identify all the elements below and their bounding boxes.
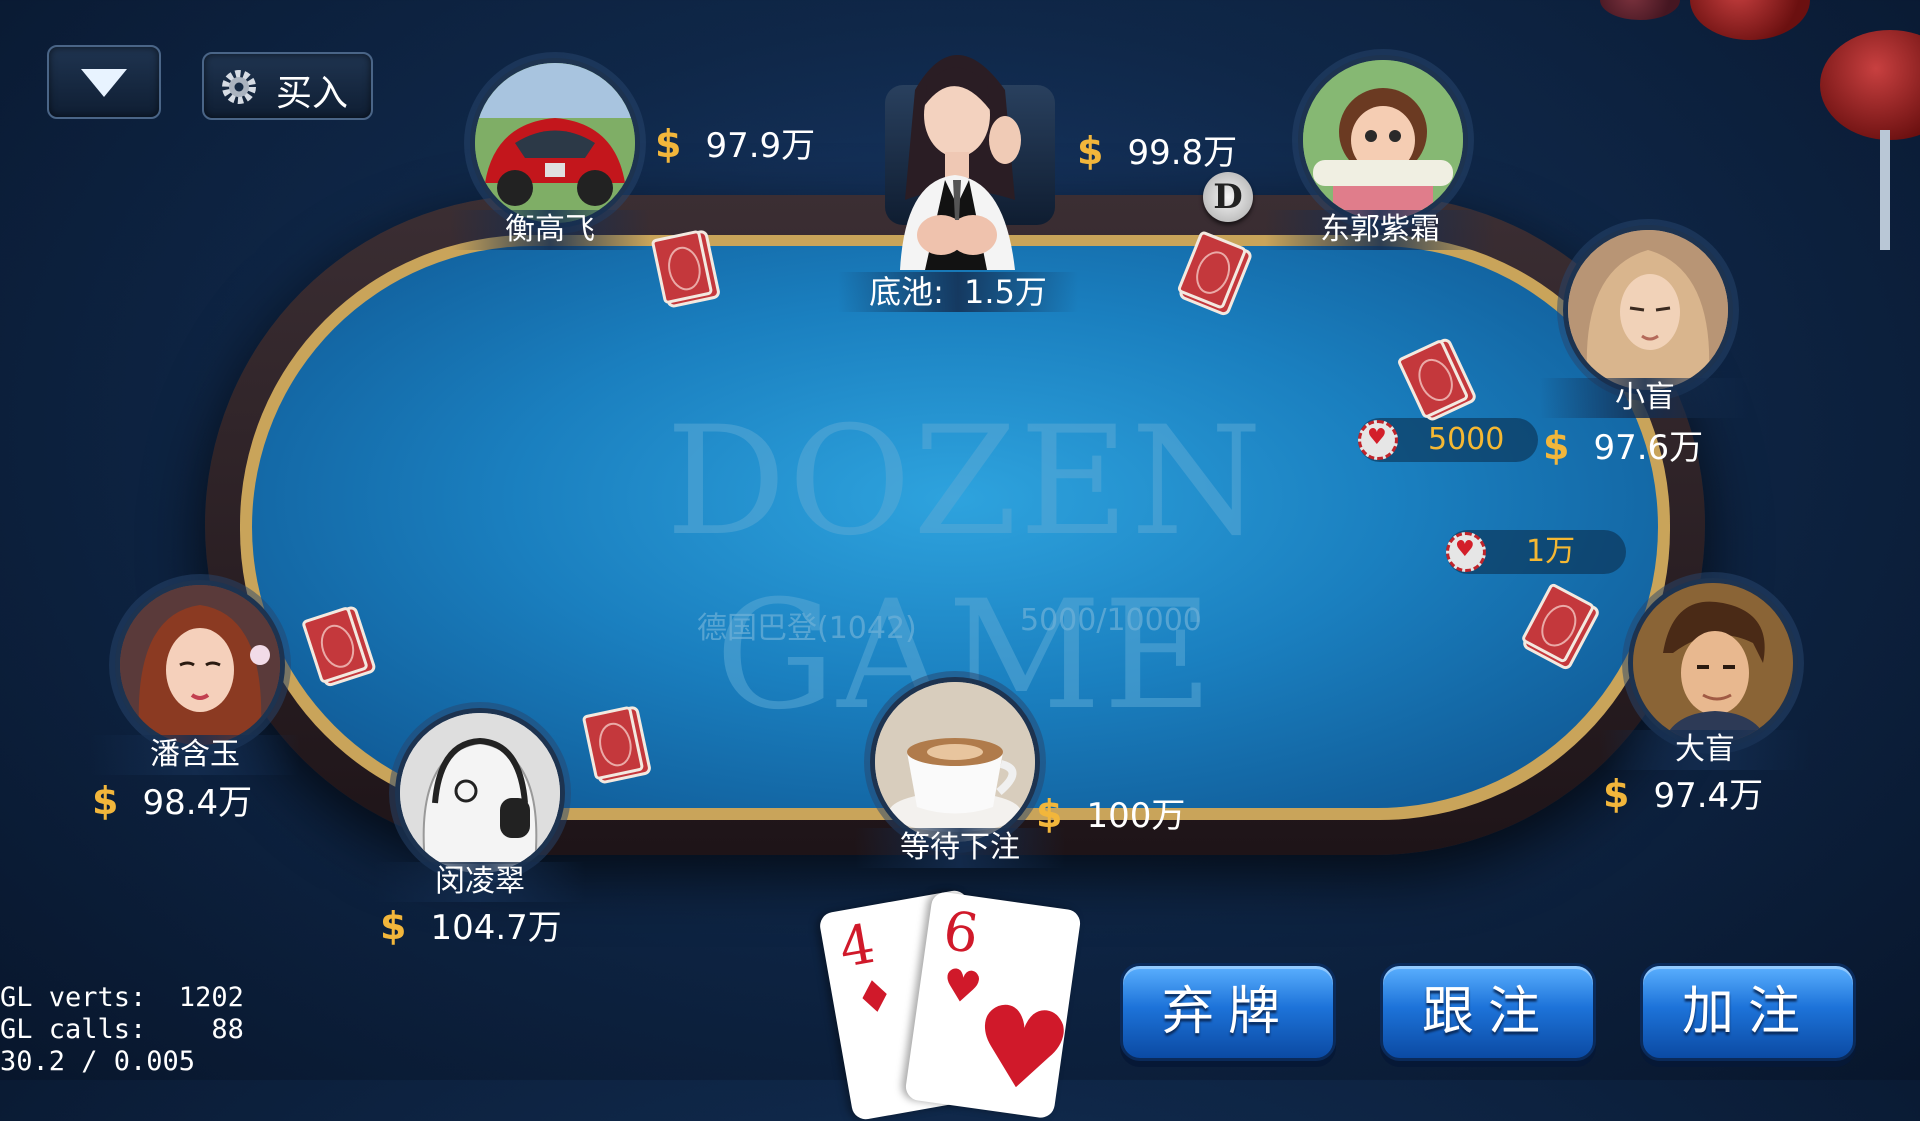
player-avatar-big-blind[interactable]	[1628, 578, 1798, 748]
fantasy-woman-avatar-image	[1568, 230, 1728, 390]
chips-value: 99.8万	[1127, 133, 1238, 173]
hand-card-2[interactable]: 6 ♥ ♥	[904, 890, 1082, 1120]
currency-symbol: $	[380, 904, 407, 948]
background-stool	[1600, 0, 1680, 20]
player-avatar-bottom-left[interactable]	[395, 708, 565, 878]
chips-value: 104.7万	[430, 908, 562, 948]
player-chips-small-blind: $97.6万	[1543, 420, 1703, 469]
player-name-big-blind: 大盲	[1600, 730, 1810, 770]
chip-icon	[1358, 420, 1398, 460]
card-rank: 6	[939, 898, 983, 966]
player-chips-big-blind: $97.4万	[1603, 768, 1763, 817]
player-name-bottom-left: 闵凌翠	[375, 862, 585, 902]
headphones-avatar-image	[400, 713, 560, 873]
card-rank: 4	[834, 911, 880, 980]
currency-symbol: $	[1077, 129, 1104, 173]
diamond-icon: ♦	[851, 968, 899, 1027]
chips-value: 100万	[1086, 796, 1186, 836]
player-avatar-top-left[interactable]	[470, 58, 640, 228]
chip-icon	[1446, 532, 1486, 572]
table-blinds: 5000/10000	[1020, 603, 1202, 638]
woman-avatar-image	[120, 585, 280, 745]
currency-symbol: $	[1036, 792, 1063, 836]
player-name-self: 等待下注	[855, 828, 1065, 868]
bet-small-blind: 5000	[1358, 418, 1538, 462]
coffee-cup-avatar-image	[875, 682, 1035, 842]
debug-gl-verts: GL verts: 1202	[0, 982, 244, 1013]
currency-symbol: $	[1543, 424, 1570, 468]
player-name-left: 潘含玉	[90, 735, 300, 775]
dealer-avatar	[855, 30, 1055, 270]
gear-icon	[222, 70, 256, 104]
player-name-top-right: 东郭紫霜	[1265, 210, 1495, 250]
pot-display: 底池: 1.5万	[838, 272, 1078, 312]
player-chips-top-right: $99.8万	[1077, 125, 1237, 174]
debug-gl-calls: GL calls: 88	[0, 1014, 244, 1045]
man-avatar-image	[1633, 583, 1793, 743]
player-name-small-blind: 小盲	[1540, 378, 1750, 418]
pot-label: 底池:	[869, 273, 944, 311]
debug-fps: 30.2 / 0.005	[0, 1046, 196, 1077]
chips-value: 97.9万	[705, 126, 816, 166]
car-avatar-image	[475, 63, 635, 223]
player-chips-left: $98.4万	[92, 775, 252, 824]
chips-value: 97.6万	[1593, 428, 1704, 468]
menu-button[interactable]	[47, 45, 161, 119]
player-avatar-top-right[interactable]	[1298, 55, 1468, 225]
chips-value: 98.4万	[142, 783, 253, 823]
chips-value: 97.4万	[1653, 776, 1764, 816]
background-stool	[1690, 0, 1810, 40]
pot-value: 1.5万	[964, 273, 1047, 311]
player-name-top-left: 衡高飞	[450, 210, 650, 250]
dealer-button-label: D	[1213, 177, 1243, 217]
bet-amount: 5000	[1428, 422, 1505, 457]
dealer-button-chip: D	[1203, 172, 1253, 222]
buyin-label: 买入	[276, 73, 349, 114]
player-chips-bottom-left: $104.7万	[380, 900, 562, 949]
currency-symbol: $	[1603, 772, 1630, 816]
player-chips-top-left: $97.9万	[655, 118, 815, 167]
girl-avatar-image	[1303, 60, 1463, 220]
background-stool	[1820, 30, 1920, 140]
player-avatar-left[interactable]	[115, 580, 285, 750]
dropdown-triangle-icon	[81, 69, 127, 97]
bet-amount: 1万	[1526, 534, 1576, 569]
player-avatar-small-blind[interactable]	[1563, 225, 1733, 395]
currency-symbol: $	[655, 122, 682, 166]
bet-big-blind: 1万	[1446, 530, 1626, 574]
raise-button[interactable]: 加注	[1640, 963, 1856, 1061]
fold-button[interactable]: 弃牌	[1120, 963, 1336, 1061]
table-game-name: 德国巴登(1042)	[697, 611, 917, 646]
heart-icon-large: ♥	[963, 979, 1080, 1120]
player-chips-self: $100万	[1036, 788, 1185, 837]
buyin-button[interactable]: 买入	[202, 52, 373, 120]
currency-symbol: $	[92, 779, 119, 823]
player-avatar-self[interactable]	[870, 677, 1040, 847]
background-stool-post	[1880, 130, 1890, 250]
call-button[interactable]: 跟注	[1380, 963, 1596, 1061]
